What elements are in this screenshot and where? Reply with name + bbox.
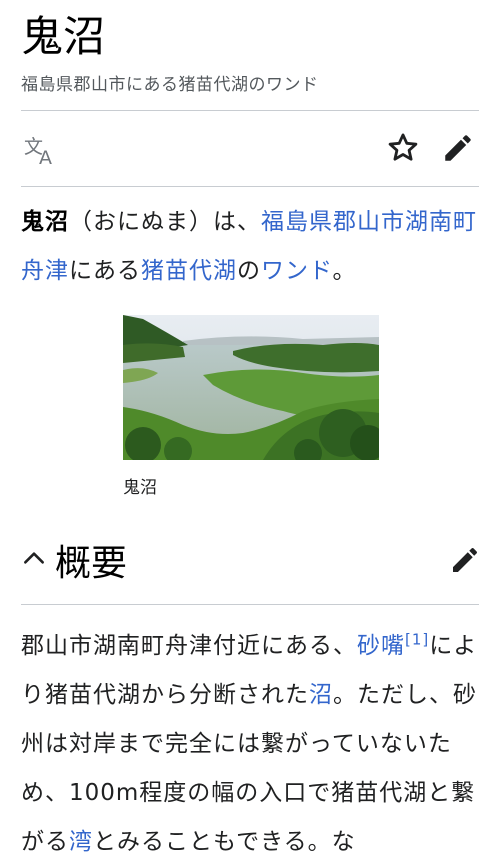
lead-text: の bbox=[237, 258, 261, 284]
svg-text:A: A bbox=[39, 147, 52, 167]
star-icon[interactable] bbox=[386, 131, 420, 165]
reference-link[interactable]: [1] bbox=[405, 630, 429, 648]
page-subtitle: 福島県郡山市にある猪苗代湖のワンド bbox=[21, 75, 319, 95]
article-photo[interactable] bbox=[123, 315, 379, 460]
lead-text: （おにぬま）は、 bbox=[69, 209, 261, 235]
chevron-up-icon[interactable] bbox=[21, 545, 47, 575]
link-inawashiro-lake[interactable]: 猪苗代湖 bbox=[141, 258, 237, 284]
section-divider bbox=[21, 604, 479, 605]
title-divider bbox=[21, 110, 479, 111]
body-text: 郡山市湖南町舟津付近にある、 bbox=[21, 633, 357, 659]
lead-text: にある bbox=[69, 258, 141, 284]
section-heading[interactable]: 概要 bbox=[21, 530, 127, 590]
section-paragraph: 郡山市湖南町舟津付近にある、砂嘴[1]により猪苗代湖から分断された沼。ただし、砂… bbox=[21, 622, 483, 867]
link-wando[interactable]: ワンド bbox=[261, 258, 333, 284]
section-title: 概要 bbox=[55, 543, 128, 584]
link-sandspit[interactable]: 砂嘴 bbox=[357, 633, 405, 659]
language-icon[interactable]: 文 A bbox=[22, 133, 60, 167]
lead-text: 。 bbox=[332, 258, 357, 284]
pencil-icon[interactable] bbox=[441, 131, 475, 165]
lead-paragraph: 鬼沼（おにぬま）は、福島県郡山市湖南町舟津にある猪苗代湖のワンド。 bbox=[21, 198, 481, 296]
article-subject-bold: 鬼沼 bbox=[21, 209, 69, 235]
link-numa[interactable]: 沼 bbox=[309, 682, 333, 708]
page-title: 鬼沼 bbox=[21, 12, 106, 61]
photo-caption: 鬼沼 bbox=[123, 478, 157, 498]
toolbar-divider bbox=[21, 186, 479, 187]
section-edit-pencil-icon[interactable] bbox=[449, 544, 481, 576]
